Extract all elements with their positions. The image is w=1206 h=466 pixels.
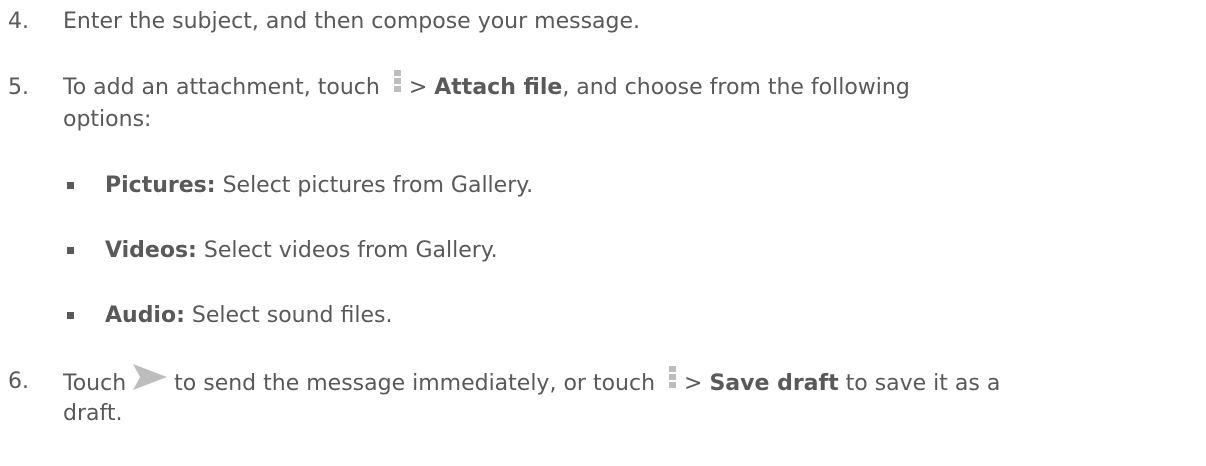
step-text: Touch to send the message immediately, or… [63, 364, 1000, 402]
step-number: 5. [8, 75, 29, 100]
bullet [67, 247, 74, 254]
step-text: Enter the subject, and then compose your… [63, 9, 641, 34]
save-draft-label: Save draft [709, 371, 839, 396]
more-vertical-icon [669, 366, 677, 398]
more-vertical-icon [393, 70, 401, 102]
step-text: To add an attachment, touch > Attach file… [63, 70, 910, 104]
send-icon [133, 364, 168, 400]
bullet [67, 312, 74, 319]
attach-file-label: Attach file [434, 75, 563, 100]
step-number: 6. [8, 369, 29, 394]
bullet [67, 182, 74, 189]
step-number: 4. [8, 9, 29, 34]
